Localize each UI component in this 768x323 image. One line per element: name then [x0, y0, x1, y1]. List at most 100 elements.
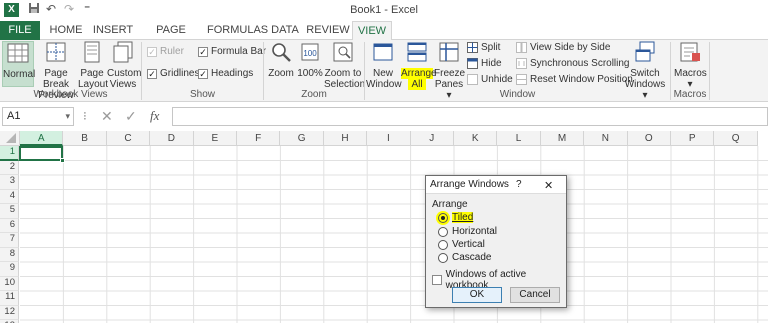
tab-data[interactable]: DATA — [268, 21, 302, 40]
custom-views-icon — [113, 41, 133, 63]
title-bar: X ↶ ↷ ⁼ Book1 - Excel — [0, 0, 768, 21]
reset-window-position-button[interactable]: Reset Window Position — [516, 74, 633, 85]
close-icon[interactable]: ✕ — [544, 179, 553, 192]
column-header-n[interactable]: N — [584, 131, 628, 146]
column-header-e[interactable]: E — [193, 131, 237, 146]
magnifier-icon — [272, 43, 291, 62]
split-label: Split — [481, 42, 501, 53]
ruler-checkbox[interactable]: ✓ Ruler — [147, 46, 184, 57]
gridlines-label: Gridlines — [160, 68, 200, 79]
worksheet-grid[interactable]: ABCDEFGHIJKLMNOPQ 12345678910111213 — [0, 131, 768, 323]
radio-tiled[interactable]: Tiled — [438, 212, 474, 223]
page-break-preview-icon — [46, 42, 66, 62]
column-header-p[interactable]: P — [671, 131, 715, 146]
view-side-by-side-button[interactable]: View Side by Side — [516, 42, 610, 53]
hide-button[interactable]: Hide — [467, 58, 502, 69]
zoom-100-button[interactable]: 100 100% — [297, 41, 323, 79]
formula-bar-handle-icon[interactable]: ⁝ — [83, 109, 87, 123]
ribbon: Normal Page Break Preview Page Layout Cu… — [0, 40, 768, 102]
row-header-1[interactable]: 1 — [0, 146, 19, 161]
row-header-11[interactable]: 11 — [0, 291, 19, 306]
macros-button[interactable]: Macros ▾ — [674, 41, 707, 90]
cancel-icon[interactable]: ✕ — [101, 108, 113, 125]
headings-label: Headings — [211, 68, 254, 79]
radio-vertical[interactable]: Vertical — [438, 239, 485, 250]
synchronous-scrolling-button[interactable]: Synchronous Scrolling — [516, 58, 630, 69]
column-header-j[interactable]: J — [410, 131, 454, 146]
custom-views-button[interactable]: Custom Views — [107, 41, 141, 90]
ruler-check-icon: ✓ — [147, 46, 157, 57]
column-header-b[interactable]: B — [63, 131, 107, 146]
row-header-12[interactable]: 12 — [0, 305, 19, 320]
insert-function-icon[interactable]: fx — [150, 108, 159, 124]
enter-icon[interactable]: ✓ — [125, 108, 137, 125]
headings-checkbox[interactable]: ✓ Headings — [198, 68, 253, 79]
cancel-button[interactable]: Cancel — [510, 287, 560, 303]
column-header-l[interactable]: L — [497, 131, 541, 146]
tab-view[interactable]: VIEW — [352, 21, 392, 41]
normal-view-button[interactable]: Normal — [2, 41, 36, 87]
column-header-c[interactable]: C — [106, 131, 151, 146]
row-header-2[interactable]: 2 — [0, 160, 19, 175]
column-header-g[interactable]: G — [280, 131, 324, 146]
gridlines-check-icon: ✓ — [147, 68, 157, 79]
column-header-o[interactable]: O — [627, 131, 671, 146]
show-group-label: Show — [189, 89, 215, 100]
gridlines-checkbox[interactable]: ✓ Gridlines — [147, 68, 199, 79]
row-header-10[interactable]: 10 — [0, 276, 19, 291]
split-button[interactable]: Split — [467, 42, 500, 53]
zoom-label: Zoom — [268, 68, 294, 79]
zoom-button[interactable]: Zoom — [267, 41, 295, 79]
active-cell-a1[interactable] — [19, 146, 65, 163]
column-header-m[interactable]: M — [540, 131, 585, 146]
row-header-8[interactable]: 8 — [0, 247, 19, 262]
radio-horizontal[interactable]: Horizontal — [438, 226, 497, 237]
unhide-label: Unhide — [481, 74, 513, 85]
row-header-4[interactable]: 4 — [0, 189, 19, 204]
ok-button[interactable]: OK — [452, 287, 502, 303]
synchronous-scrolling-label: Synchronous Scrolling — [530, 58, 630, 69]
new-window-button[interactable]: New Window — [366, 41, 402, 90]
normal-view-label: Normal — [3, 69, 36, 80]
radio-cascade-icon — [438, 252, 448, 263]
headings-check-icon: ✓ — [198, 68, 208, 79]
tab-page-layout[interactable]: PAGE LAYOUT — [138, 21, 204, 55]
tab-insert[interactable]: INSERT — [90, 21, 136, 40]
zoom-to-selection-button[interactable]: Zoom to Selection — [324, 41, 365, 90]
zoom-100-label: 100% — [297, 68, 323, 79]
radio-cascade[interactable]: Cascade — [438, 252, 491, 263]
tab-formulas[interactable]: FORMULAS — [207, 21, 268, 40]
split-icon — [467, 42, 478, 53]
page-break-label-1: Page Break — [42, 68, 70, 90]
tab-home[interactable]: HOME — [44, 21, 88, 40]
row-header-9[interactable]: 9 — [0, 262, 19, 277]
row-header-6[interactable]: 6 — [0, 218, 19, 233]
name-box[interactable]: A1 ▾ — [2, 107, 74, 126]
tab-review[interactable]: REVIEW — [305, 21, 351, 40]
unhide-button[interactable]: Unhide — [467, 74, 513, 85]
help-icon[interactable]: ? — [516, 179, 522, 190]
column-header-k[interactable]: K — [454, 131, 498, 146]
select-all-corner[interactable] — [0, 131, 20, 146]
column-header-d[interactable]: D — [150, 131, 194, 146]
fill-handle[interactable] — [60, 158, 65, 163]
formula-input[interactable] — [172, 107, 768, 126]
page-layout-view-button[interactable]: Page Layout — [78, 41, 108, 90]
reset-window-position-label: Reset Window Position — [530, 74, 633, 85]
row-header-5[interactable]: 5 — [0, 204, 19, 219]
hide-label: Hide — [481, 58, 502, 69]
name-box-dropdown-icon[interactable]: ▾ — [65, 108, 70, 125]
column-header-a[interactable]: A — [20, 131, 64, 146]
column-header-q[interactable]: Q — [714, 131, 758, 146]
row-header-7[interactable]: 7 — [0, 233, 19, 248]
arrange-all-button[interactable]: Arrange All — [401, 41, 437, 90]
ruler-label: Ruler — [160, 46, 184, 57]
document-title: Book1 - Excel — [350, 4, 418, 16]
column-header-i[interactable]: I — [367, 131, 411, 146]
column-header-f[interactable]: F — [237, 131, 281, 146]
radio-horizontal-icon — [438, 226, 448, 237]
row-header-3[interactable]: 3 — [0, 175, 19, 190]
tab-file[interactable]: FILE — [0, 21, 40, 40]
formula-bar-checkbox[interactable]: ✓ Formula Bar — [198, 46, 266, 57]
column-header-h[interactable]: H — [323, 131, 368, 146]
